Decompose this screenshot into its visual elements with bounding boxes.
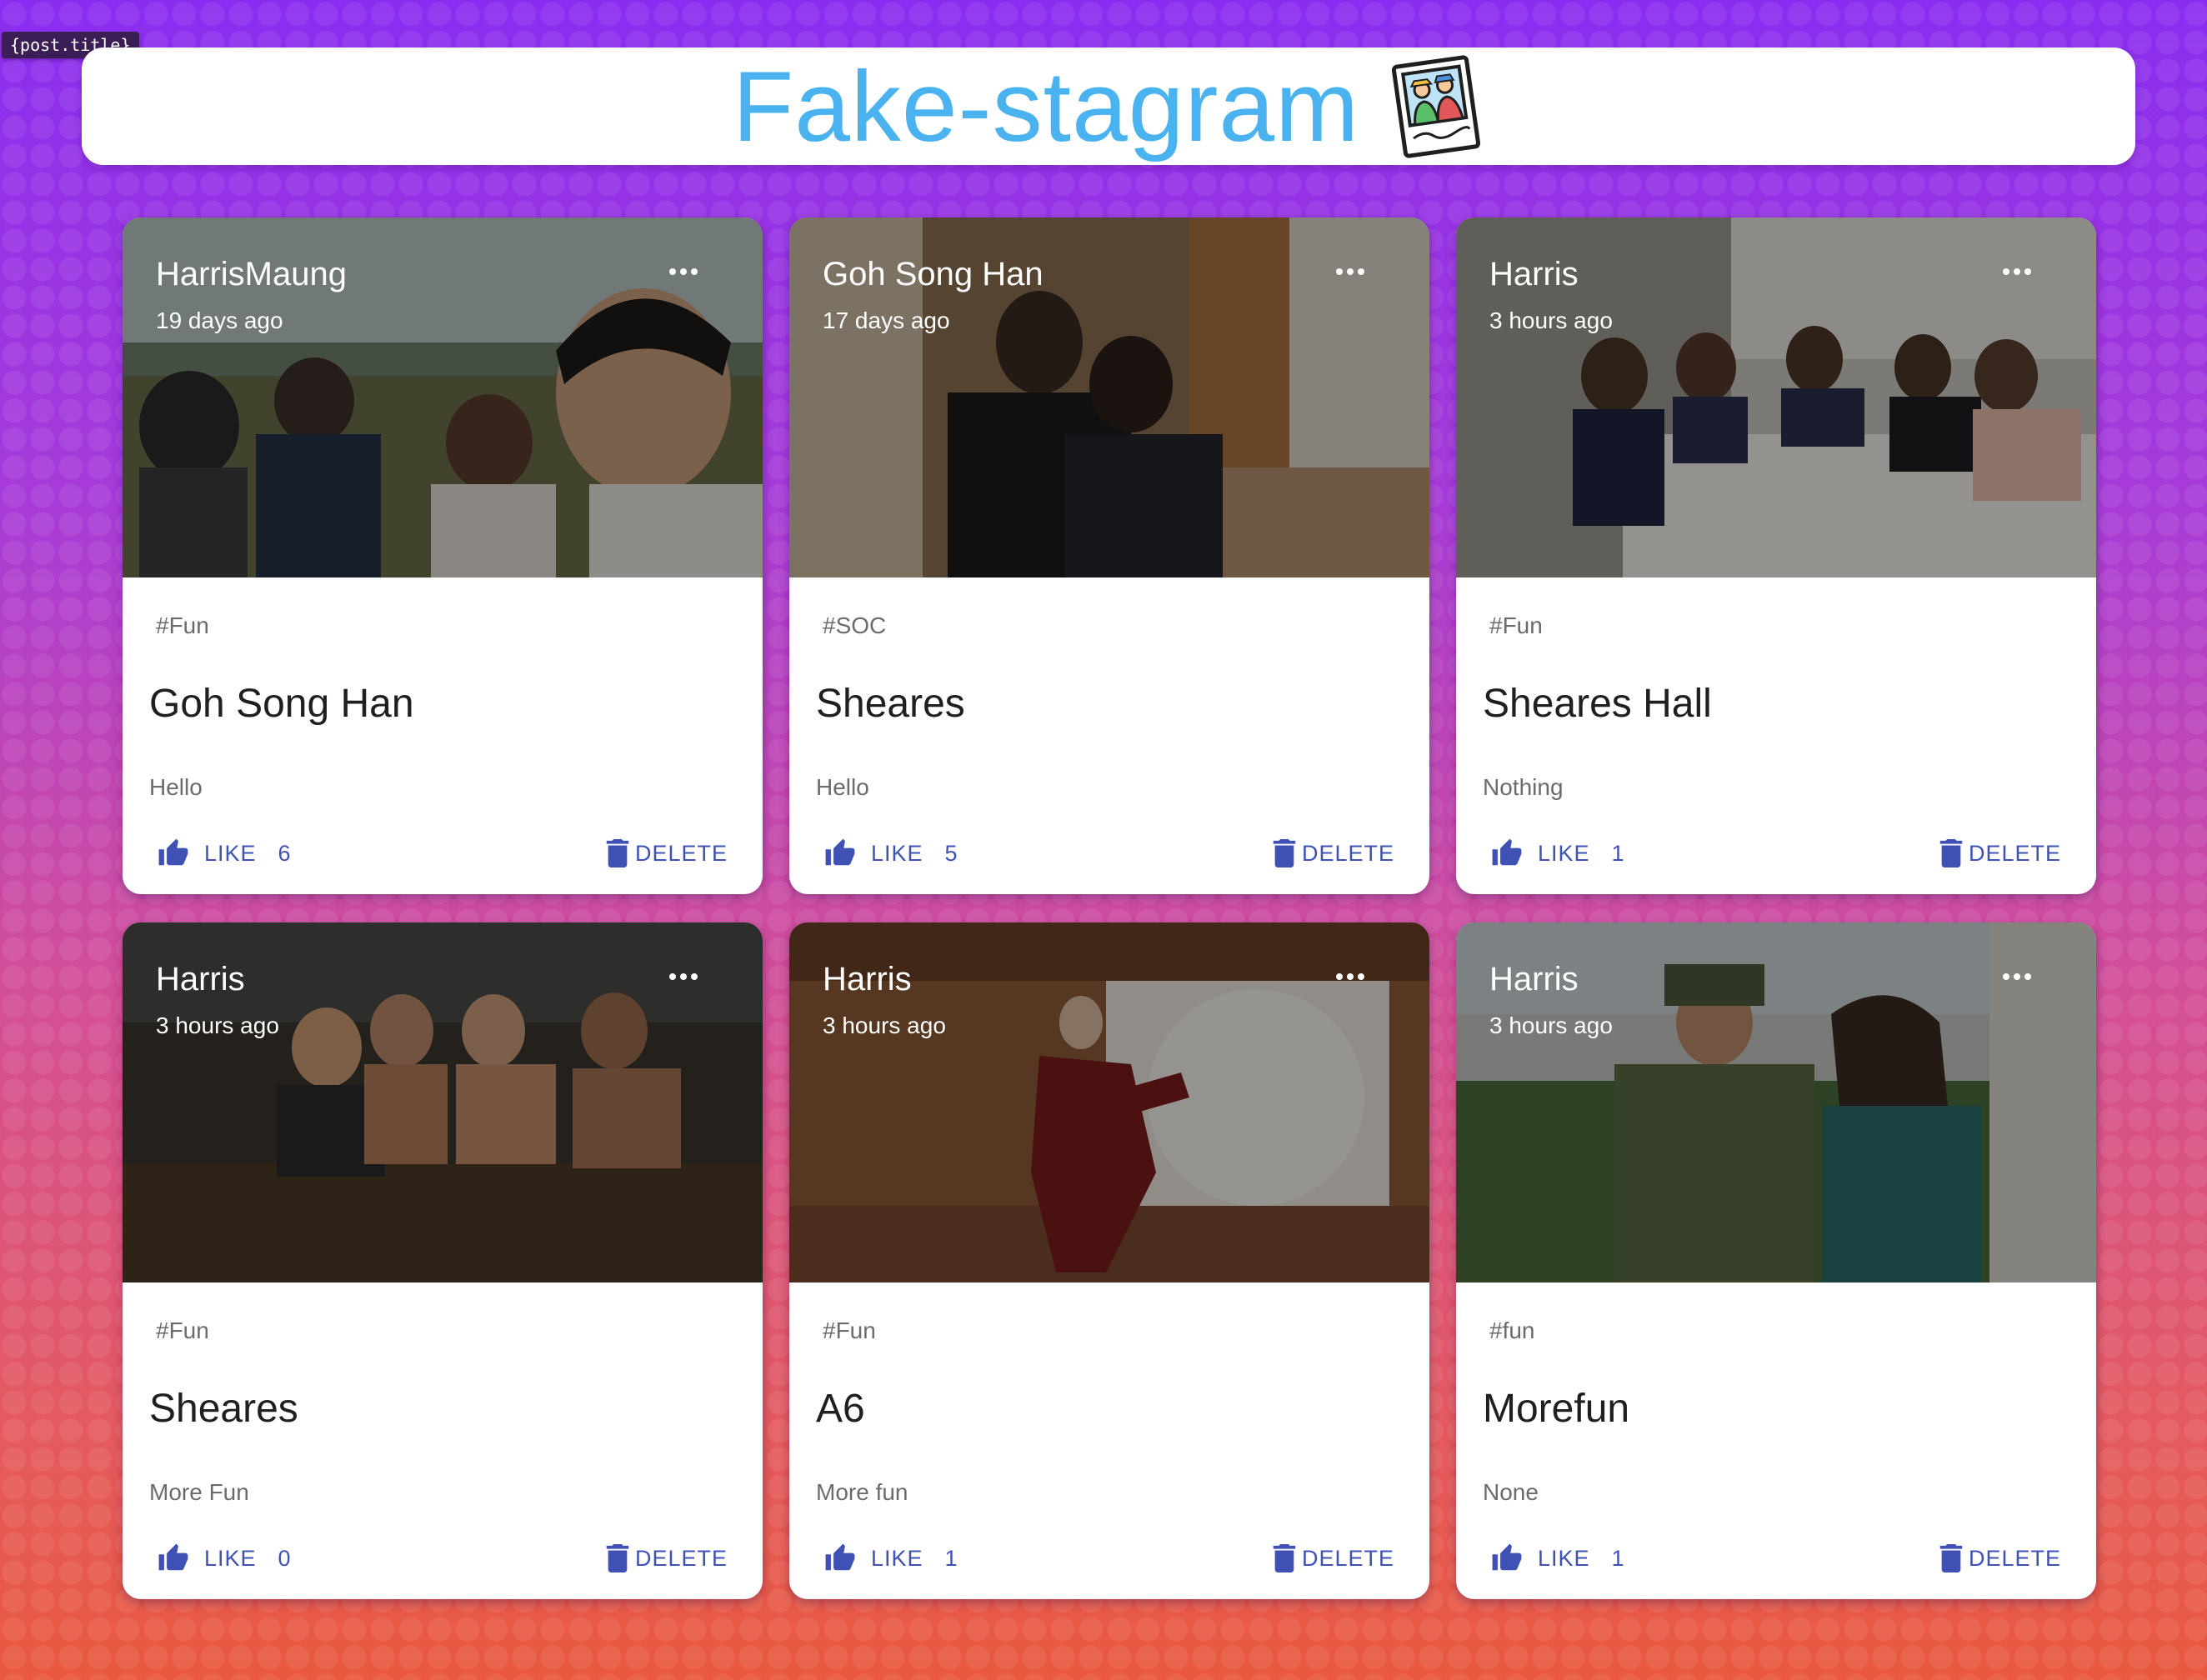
post-title: A6	[816, 1387, 865, 1431]
post-tags: #Fun	[156, 1318, 209, 1343]
like-count: 1	[944, 1545, 958, 1571]
delete-label: DELETE	[634, 840, 728, 866]
more-options-icon[interactable]	[2003, 268, 2031, 276]
like-label: LIKE	[204, 840, 257, 866]
like-button[interactable]: LIKE 1	[1491, 1539, 1625, 1578]
post-tags: #Fun	[1489, 612, 1543, 638]
post-time: 3 hours ago	[156, 1012, 279, 1038]
post-tags: #fun	[1489, 1318, 1535, 1343]
post-card: Harris 3 hours ago #Fun Sheares More Fun…	[123, 922, 763, 1599]
more-options-icon[interactable]	[2003, 972, 2031, 981]
post-title: Sheares	[149, 1387, 298, 1431]
delete-button[interactable]: DELETE	[1272, 1539, 1394, 1578]
post-image[interactable]: Harris 3 hours ago	[123, 922, 763, 1282]
like-label: LIKE	[1538, 840, 1590, 866]
like-label: LIKE	[871, 1545, 923, 1571]
like-button[interactable]: LIKE 5	[824, 834, 958, 872]
post-message: Hello	[816, 774, 869, 800]
like-count: 0	[278, 1545, 292, 1571]
delete-button[interactable]: DELETE	[1939, 834, 2061, 872]
more-options-icon[interactable]	[1336, 268, 1364, 276]
post-message: More Fun	[149, 1479, 249, 1505]
post-message: Nothing	[1483, 774, 1564, 800]
post-title: Sheares	[816, 682, 965, 726]
photo-polaroid-icon	[1392, 54, 1481, 158]
like-label: LIKE	[1538, 1545, 1590, 1571]
post-tags: #Fun	[823, 1318, 876, 1343]
delete-button[interactable]: DELETE	[605, 1539, 728, 1578]
post-card: HarrisMaung 19 days ago #Fun Goh Song Ha…	[123, 218, 763, 894]
delete-button[interactable]: DELETE	[1939, 1539, 2061, 1578]
like-count: 6	[278, 840, 292, 866]
like-count: 5	[944, 840, 958, 866]
post-creator: HarrisMaung	[156, 256, 347, 292]
post-image[interactable]: HarrisMaung 19 days ago	[123, 218, 763, 578]
post-card: Goh Song Han 17 days ago #SOC Sheares He…	[789, 218, 1429, 894]
thumb-up-icon	[825, 1543, 855, 1571]
trash-icon	[1273, 1544, 1296, 1572]
delete-label: DELETE	[1301, 840, 1394, 866]
like-button[interactable]: LIKE 6	[158, 834, 292, 872]
post-creator: Goh Song Han	[823, 256, 1043, 292]
post-time: 19 days ago	[156, 308, 283, 333]
thumb-up-icon	[1492, 1543, 1522, 1571]
post-creator: Harris	[823, 961, 912, 998]
post-card: Harris 3 hours ago #Fun A6 More fun LIKE…	[789, 922, 1429, 1599]
post-creator: Harris	[1489, 961, 1579, 998]
post-creator: Harris	[156, 961, 245, 998]
delete-button[interactable]: DELETE	[605, 834, 728, 872]
more-options-icon[interactable]	[1336, 972, 1364, 981]
more-options-icon[interactable]	[669, 972, 698, 981]
post-image[interactable]: Harris 3 hours ago	[1456, 922, 2096, 1282]
thumb-up-icon	[1492, 838, 1522, 866]
like-count: 1	[1611, 1545, 1625, 1571]
post-creator: Harris	[1489, 256, 1579, 292]
post-card: Harris 3 hours ago #fun Morefun None LIK…	[1456, 922, 2096, 1599]
delete-label: DELETE	[1968, 1545, 2061, 1571]
post-title: Morefun	[1483, 1387, 1630, 1431]
post-message: More fun	[816, 1479, 908, 1505]
delete-label: DELETE	[1968, 840, 2061, 866]
trash-icon	[606, 839, 629, 868]
post-time: 3 hours ago	[823, 1012, 946, 1038]
like-label: LIKE	[871, 840, 923, 866]
delete-button[interactable]: DELETE	[1272, 834, 1394, 872]
app-bar: Fake-stagram	[82, 48, 2135, 165]
post-tags: #Fun	[156, 612, 209, 638]
delete-label: DELETE	[1301, 1545, 1394, 1571]
post-message: Hello	[149, 774, 203, 800]
trash-icon	[1273, 839, 1296, 868]
app-title: Fake-stagram	[732, 50, 1360, 162]
trash-icon	[606, 1544, 629, 1572]
post-card: Harris 3 hours ago #Fun Sheares Hall Not…	[1456, 218, 2096, 894]
thumb-up-icon	[825, 838, 855, 866]
post-image[interactable]: Goh Song Han 17 days ago	[789, 218, 1429, 578]
post-tags: #SOC	[823, 612, 887, 638]
like-button[interactable]: LIKE 1	[824, 1539, 958, 1578]
trash-icon	[1939, 839, 1963, 868]
like-button[interactable]: LIKE 1	[1491, 834, 1625, 872]
thumb-up-icon	[158, 838, 188, 866]
trash-icon	[1939, 1544, 1963, 1572]
post-title: Goh Song Han	[149, 682, 414, 726]
thumb-up-icon	[158, 1543, 188, 1571]
post-image[interactable]: Harris 3 hours ago	[789, 922, 1429, 1282]
like-count: 1	[1611, 840, 1625, 866]
post-time: 3 hours ago	[1489, 1012, 1613, 1038]
like-label: LIKE	[204, 1545, 257, 1571]
like-button[interactable]: LIKE 0	[158, 1539, 292, 1578]
post-message: None	[1483, 1479, 1539, 1505]
delete-label: DELETE	[634, 1545, 728, 1571]
more-options-icon[interactable]	[669, 268, 698, 276]
post-title: Sheares Hall	[1483, 682, 1712, 726]
post-time: 17 days ago	[823, 308, 950, 333]
post-time: 3 hours ago	[1489, 308, 1613, 333]
post-image[interactable]: Harris 3 hours ago	[1456, 218, 2096, 578]
